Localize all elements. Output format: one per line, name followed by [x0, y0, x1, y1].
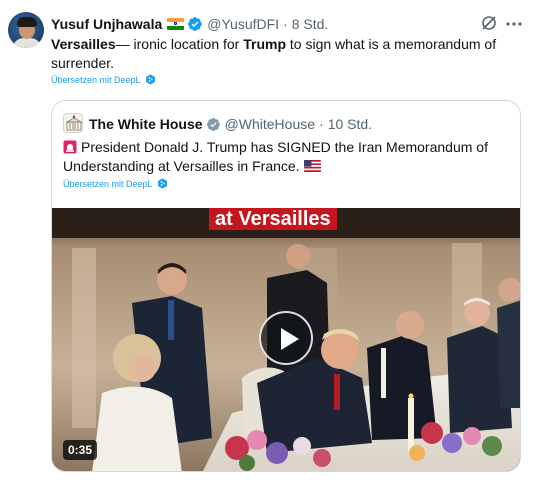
translate-label[interactable]: Übersetzen mit DeepL: [51, 75, 141, 85]
translate-link[interactable]: Übersetzen mit DeepL: [51, 74, 156, 85]
verified-badge-icon[interactable]: [187, 16, 203, 32]
video-duration: 0:35: [63, 440, 98, 460]
quote-header: The White House @WhiteHouse · 10 Std.: [89, 114, 372, 134]
quote-text: President Donald J. Trump has SIGNED the…: [63, 138, 513, 176]
tweet-timestamp[interactable]: 8 Std.: [292, 16, 329, 32]
translate-label[interactable]: Übersetzen mit DeepL: [63, 179, 153, 189]
verified-gov-badge-icon[interactable]: [206, 117, 221, 132]
tweet-header: Yusuf Unjhawala @YusufDFI · 8 Std.: [51, 14, 328, 34]
play-icon: [281, 328, 299, 350]
quote-display-name[interactable]: The White House: [89, 116, 203, 132]
separator-dot: ·: [283, 16, 288, 32]
deepl-icon: [145, 74, 155, 85]
quote-handle[interactable]: @WhiteHouse: [225, 116, 315, 132]
quote-body: President Donald J. Trump has SIGNED the…: [63, 139, 488, 174]
quote-timestamp[interactable]: 10 Std.: [328, 116, 372, 132]
grok-icon[interactable]: [480, 14, 498, 32]
deepl-icon: [157, 178, 167, 189]
tweet-text-part[interactable]: Versailles: [51, 36, 116, 52]
quoted-tweet[interactable]: The White House @WhiteHouse · 10 Std. Pr…: [51, 100, 521, 472]
more-options-icon[interactable]: [505, 15, 523, 33]
author-avatar[interactable]: [8, 12, 44, 48]
quote-translate-link[interactable]: Übersetzen mit DeepL: [63, 178, 168, 189]
india-flag-icon: [167, 18, 185, 30]
author-handle[interactable]: @YusufDFI: [207, 16, 279, 32]
tweet-text-part[interactable]: Trump: [243, 36, 286, 52]
play-button[interactable]: [259, 311, 313, 365]
whitehouse-logo-icon: [65, 115, 83, 131]
tweet-text-part: — ironic location for: [115, 36, 244, 52]
siren-icon: [63, 140, 77, 154]
whitehouse-avatar[interactable]: [63, 113, 83, 133]
tweet[interactable]: Yusuf Unjhawala @YusufDFI · 8 Std. Versa…: [0, 0, 537, 480]
author-display-name[interactable]: Yusuf Unjhawala: [51, 16, 162, 32]
separator-dot: ·: [319, 116, 324, 132]
us-flag-icon: [303, 160, 321, 172]
video-caption-overlay: at Versailles: [209, 208, 337, 230]
video-player[interactable]: at Versailles 0:35: [52, 208, 520, 471]
tweet-text: Versailles— ironic location for Trump to…: [51, 35, 521, 73]
